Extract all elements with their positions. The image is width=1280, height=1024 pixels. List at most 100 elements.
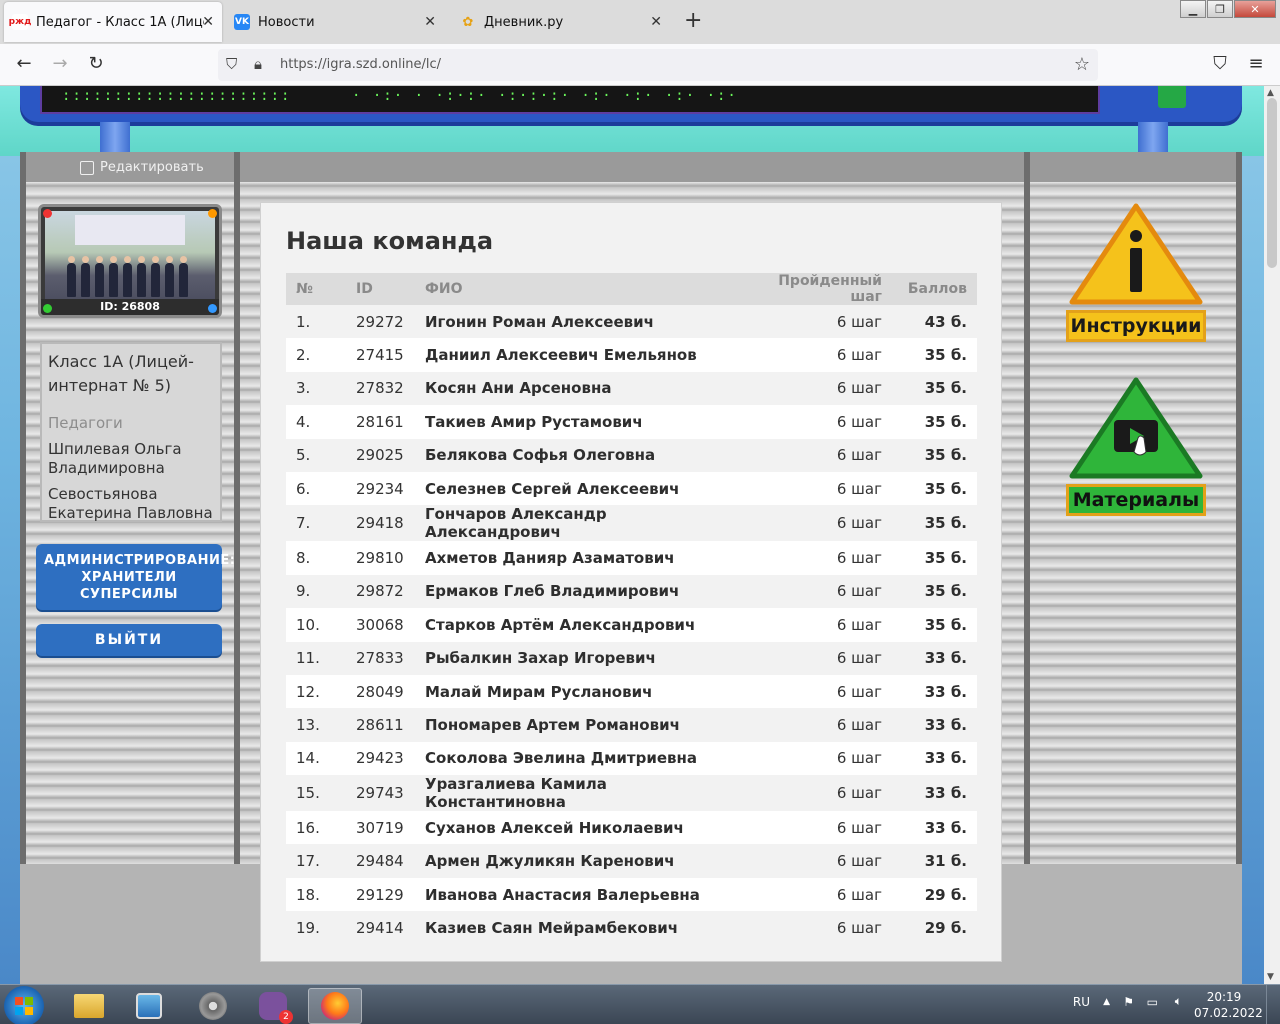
reload-icon[interactable]: ↻ bbox=[84, 53, 108, 74]
menu-icon[interactable]: ≡ bbox=[1244, 53, 1268, 74]
row-fio: Суханов Алексей Николаевич bbox=[415, 811, 742, 845]
row-score: 35 б. bbox=[892, 541, 977, 575]
url-text[interactable]: https://igra.szd.online/lc/ bbox=[280, 57, 441, 72]
new-tab-button[interactable]: + bbox=[684, 8, 702, 33]
vk-icon: VK bbox=[234, 14, 250, 30]
tab-title: Дневник.ру bbox=[484, 14, 564, 30]
materials-button[interactable]: Материалы bbox=[1066, 376, 1206, 520]
tab-pedagog[interactable]: ржд Педагог - Класс 1А (Лицей-ин ✕ bbox=[4, 2, 222, 42]
pocket-icon[interactable]: ⛉ bbox=[1208, 53, 1232, 74]
table-row: 7. 29418 Гончаров Александр Александрович 6… bbox=[286, 505, 977, 542]
center-header-strip bbox=[240, 152, 1024, 182]
row-fio: Уразгалиева Камила Константиновна bbox=[415, 775, 742, 812]
network-flag-icon[interactable]: ⚑ bbox=[1123, 995, 1134, 1009]
tray-expand-icon[interactable]: ▲ bbox=[1103, 997, 1110, 1007]
instructions-button[interactable]: Инструкции bbox=[1066, 202, 1206, 346]
row-number: 3. bbox=[286, 371, 346, 406]
table-row: 8. 29810 Ахметов Данияр Азаматович 6 шаг 35 … bbox=[286, 541, 977, 575]
media-player-icon[interactable] bbox=[122, 988, 176, 1024]
class-name: Класс 1А (Лицей-интернат № 5) bbox=[48, 352, 194, 395]
maximize-button[interactable]: ❐ bbox=[1207, 0, 1233, 18]
row-id: 29810 bbox=[346, 541, 415, 575]
row-id: 28161 bbox=[346, 405, 415, 439]
row-number: 4. bbox=[286, 405, 346, 439]
admin-button[interactable]: АДМИНИСТРИРОВАНИЕ: ХРАНИТЕЛИ СУПЕРСИЛЫ bbox=[36, 544, 235, 610]
row-step: 6 шаг bbox=[742, 911, 892, 945]
close-icon[interactable]: ✕ bbox=[424, 14, 436, 30]
scroll-down-icon[interactable]: ▼ bbox=[1267, 972, 1274, 982]
lock-icon[interactable]: 🔒︎ bbox=[254, 55, 262, 73]
row-fio: Соколова Эвелина Дмитриевна bbox=[415, 741, 742, 776]
table-row: 14. 29423 Соколова Эвелина Дмитриевна 6 шаг… bbox=[286, 741, 977, 776]
back-arrow-icon[interactable]: ← bbox=[12, 53, 36, 74]
row-step: 6 шаг bbox=[742, 371, 892, 406]
row-number: 5. bbox=[286, 438, 346, 472]
table-row: 16. 30719 Суханов Алексей Николаевич 6 шаг 3… bbox=[286, 811, 977, 845]
edit-button[interactable]: Редактировать bbox=[80, 160, 204, 175]
viber-badge: 2 bbox=[279, 1010, 293, 1024]
photo-figure bbox=[95, 256, 104, 297]
navigation-bar: ← → ↻ ⛉ 🔒︎ https://igra.szd.online/lc/ ☆… bbox=[0, 44, 1280, 86]
table-row: 15. 29743 Уразгалиева Камила Константиновн… bbox=[286, 775, 977, 812]
row-step: 6 шаг bbox=[742, 775, 892, 812]
clock-time: 20:19 bbox=[1206, 990, 1242, 1004]
right-top-strip bbox=[1030, 152, 1236, 182]
minimize-button[interactable]: ▁ bbox=[1180, 0, 1206, 18]
language-indicator[interactable]: RU bbox=[1073, 995, 1090, 1009]
tab-title: Новости bbox=[258, 14, 315, 30]
row-number: 6. bbox=[286, 471, 346, 506]
row-number: 8. bbox=[286, 541, 346, 575]
scrollbar-thumb[interactable] bbox=[1267, 98, 1277, 268]
row-fio: Игонин Роман Алексеевич bbox=[415, 305, 742, 339]
firefox-icon[interactable] bbox=[308, 988, 362, 1024]
row-score: 29 б. bbox=[892, 877, 977, 912]
start-button[interactable] bbox=[4, 986, 44, 1024]
table-row: 12. 28049 Малай Мирам Русланович 6 шаг 33 б. bbox=[286, 674, 977, 709]
forward-arrow-icon[interactable]: → bbox=[48, 53, 72, 74]
led-screen: :::::::::::::::::::::: · ·:· · ·:·:· ·:·… bbox=[40, 86, 1100, 114]
explorer-folder-icon[interactable] bbox=[62, 988, 116, 1024]
tab-dnevnik[interactable]: ✿ Дневник.ру ✕ bbox=[452, 2, 670, 42]
instructions-label: Инструкции bbox=[1066, 310, 1206, 342]
row-id: 27415 bbox=[346, 338, 415, 372]
close-window-button[interactable]: ✕ bbox=[1234, 0, 1276, 18]
photo-figure bbox=[109, 256, 118, 297]
viber-icon[interactable]: 2 bbox=[246, 988, 300, 1024]
row-score: 33 б. bbox=[892, 708, 977, 742]
scroll-up-icon[interactable]: ▲ bbox=[1267, 88, 1274, 98]
table-row: 17. 29484 Армен Джуликян Каренович 6 шаг 31 … bbox=[286, 844, 977, 878]
network-icon[interactable]: ▭ bbox=[1147, 995, 1158, 1009]
row-step: 6 шаг bbox=[742, 505, 892, 542]
top-banner: :::::::::::::::::::::: · ·:· · ·:·:· ·:·… bbox=[20, 86, 1242, 122]
close-icon[interactable]: ✕ bbox=[650, 14, 662, 30]
logout-button[interactable]: ВЫЙТИ bbox=[36, 624, 222, 656]
close-icon[interactable]: ✕ bbox=[202, 14, 214, 30]
volume-icon[interactable]: 🔈︎ bbox=[1175, 994, 1182, 1009]
taskbar: 2 RU ▲ ⚑ ▭ 🔈︎ 20:19 07.02.2022 bbox=[0, 984, 1280, 1024]
pillar bbox=[1138, 122, 1168, 152]
clock[interactable]: 20:19 07.02.2022 bbox=[1194, 989, 1263, 1021]
column-header-number: № bbox=[286, 273, 346, 305]
film-reel-icon[interactable] bbox=[186, 988, 240, 1024]
page-scrollbar[interactable]: ▲ ▼ bbox=[1264, 86, 1280, 984]
tab-news[interactable]: VK Новости ✕ bbox=[226, 2, 444, 42]
row-score: 35 б. bbox=[892, 438, 977, 472]
edit-icon bbox=[80, 160, 94, 175]
row-score: 35 б. bbox=[892, 405, 977, 439]
table-row: 9. 29872 Ермаков Глеб Владимирович 6 шаг 35 … bbox=[286, 574, 977, 609]
column-header-score: Баллов bbox=[892, 273, 977, 305]
photo-board bbox=[75, 215, 185, 245]
bookmark-star-icon[interactable]: ☆ bbox=[1074, 54, 1090, 75]
row-step: 6 шаг bbox=[742, 338, 892, 372]
row-step: 6 шаг bbox=[742, 844, 892, 878]
shield-icon[interactable]: ⛉ bbox=[226, 55, 237, 73]
row-fio: Селезнев Сергей Алексеевич bbox=[415, 471, 742, 506]
row-score: 33 б. bbox=[892, 741, 977, 776]
show-desktop-button[interactable] bbox=[1266, 985, 1280, 1024]
row-id: 29423 bbox=[346, 741, 415, 776]
row-number: 7. bbox=[286, 505, 346, 542]
column-header-step: Пройденный шаг bbox=[742, 273, 892, 305]
address-bar[interactable]: ⛉ 🔒︎ https://igra.szd.online/lc/ ☆ bbox=[218, 49, 1098, 81]
led-dots: · ·:· · ·:·:· ·:·:·:· ·:· ·:· ·:· ·:· bbox=[352, 88, 738, 104]
row-score: 35 б. bbox=[892, 574, 977, 609]
